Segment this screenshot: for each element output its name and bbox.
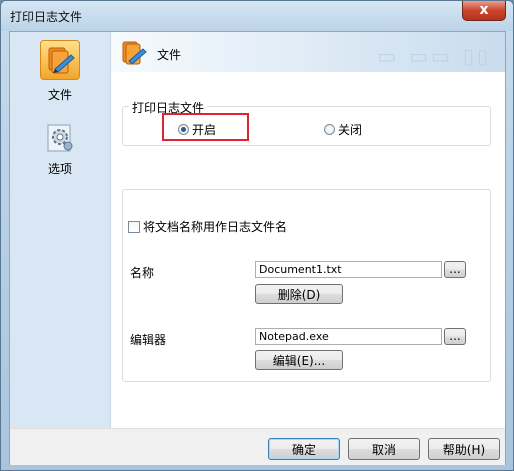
file-edit-icon [119, 39, 149, 70]
name-browse-button[interactable]: ... [444, 261, 466, 278]
sidebar-item-options[interactable]: 选项 [10, 122, 110, 177]
sidebar-item-label: 文件 [47, 88, 72, 102]
radio-label: 关闭 [338, 123, 363, 137]
file-edit-icon [40, 40, 80, 80]
cancel-button[interactable]: 取消 [348, 438, 420, 460]
help-button[interactable]: 帮助(H) [428, 438, 500, 460]
highlight-box [162, 113, 249, 141]
delete-button[interactable]: 删除(D) [255, 284, 343, 304]
editor-browse-button[interactable]: ... [444, 328, 466, 345]
close-button[interactable]: x [462, 1, 506, 21]
radio-off[interactable]: 关闭 [324, 121, 362, 138]
checkbox-box [128, 220, 140, 233]
editor-label: 编辑器 [130, 333, 167, 347]
title-bar[interactable]: 打印日志文件 x [1, 1, 513, 31]
checkbox-label: 将文档名称用作日志文件名 [143, 220, 288, 234]
window-title: 打印日志文件 [10, 10, 83, 24]
dialog-window: 打印日志文件 x 文件 选项 文件 ▭ ▭▭ ▯▯ 打印日志文件 开启 关闭 将… [0, 0, 514, 471]
editor-field[interactable]: Notepad.exe [255, 328, 442, 345]
name-field[interactable]: Document1.txt [255, 261, 442, 278]
sidebar: 文件 选项 [10, 32, 111, 428]
name-label: 名称 [130, 266, 155, 280]
dialog-client: 文件 选项 文件 ▭ ▭▭ ▯▯ 打印日志文件 开启 关闭 将文档名称用作日志文… [9, 31, 506, 465]
section-title: 文件 [157, 48, 182, 62]
ok-button[interactable]: 确定 [268, 438, 340, 460]
log-file-group: 打印日志文件 开启 关闭 [122, 99, 491, 146]
sidebar-item-file[interactable]: 文件 [10, 40, 110, 103]
use-doc-name-checkbox[interactable]: 将文档名称用作日志文件名 [128, 218, 287, 235]
main-panel: 文件 ▭ ▭▭ ▯▯ 打印日志文件 开启 关闭 将文档名称用作日志文件名 名称 … [111, 32, 505, 428]
options-gear-icon [44, 122, 76, 154]
dialog-footer: 确定 取消 帮助(H) [10, 428, 505, 465]
section-header: 文件 ▭ ▭▭ ▯▯ [111, 32, 505, 72]
watermark-decoration: ▭ ▭▭ ▯▯ [377, 44, 491, 68]
radio-indicator [324, 124, 335, 135]
settings-group: 将文档名称用作日志文件名 名称 Document1.txt ... 删除(D) … [122, 189, 491, 382]
sidebar-item-label: 选项 [47, 162, 72, 176]
edit-button[interactable]: 编辑(E)... [255, 350, 343, 370]
